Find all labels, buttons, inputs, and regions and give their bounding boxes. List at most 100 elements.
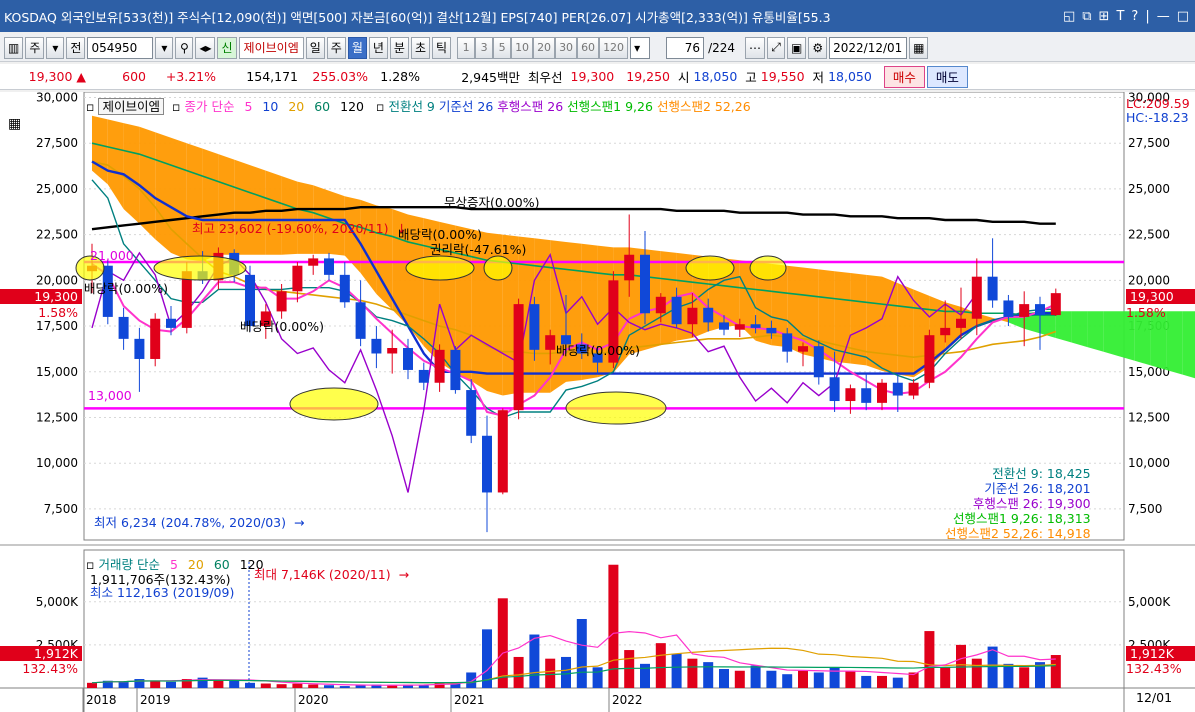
legend-ichimoku-item: 기준선 26 [438, 99, 494, 114]
annotation-high: 최고 23,602 (-19.60%, 2020/11) ↓ [192, 221, 407, 236]
window-control-icon[interactable]: — [1157, 9, 1170, 24]
window-control-icon[interactable]: ⊞ [1099, 9, 1110, 24]
price-chart[interactable]: 30,000 30,00027,500 27,50025,000 25,00022,5… [0, 92, 1195, 712]
period-tab[interactable]: 월 [347, 36, 367, 59]
interval-button[interactable]: 120 [599, 36, 629, 59]
window-control-icon[interactable]: ? [1131, 9, 1138, 24]
code-dropdown-icon[interactable]: ▾ [155, 36, 174, 59]
volume-bar [924, 631, 935, 688]
buy-button[interactable]: 매수 [883, 65, 925, 88]
gear-icon[interactable]: ⚙ [808, 36, 828, 59]
highlight-ellipse [749, 255, 787, 281]
period-tab[interactable]: 일 [305, 36, 325, 59]
interval-button[interactable]: 30 [555, 36, 578, 59]
ichimoku-values: 전환선 9: 18,425 기준선 26: 18,201 후행스팬 26: 19,3… [945, 466, 1091, 541]
y-tick-label-left: 22,500 [36, 228, 78, 242]
volume-bar [466, 672, 477, 688]
ichimoku-cloud-segment [1182, 311, 1195, 379]
y-tick-label-left: 15,000 [36, 365, 78, 379]
count-input[interactable]: 76 [666, 36, 705, 59]
candle-body [734, 324, 745, 330]
candle-body [829, 377, 840, 402]
candle-body [371, 338, 382, 354]
legend-stock-name[interactable]: 제이브이엠 [98, 98, 164, 115]
mode-dropdown-icon[interactable]: ▾ [46, 36, 65, 59]
legend-ichimoku-item: 전환선 9 [388, 99, 435, 114]
volume-bar [655, 643, 666, 688]
volume-bar [292, 683, 303, 688]
stock-code-input[interactable]: 054950 [87, 36, 154, 59]
candle-body [434, 349, 445, 383]
interval-dropdown-icon[interactable]: ▾ [630, 36, 651, 59]
volume-bar [355, 685, 366, 688]
candle-body [1019, 304, 1030, 317]
volume-bar [418, 685, 429, 688]
trend-icon[interactable]: ⤢ [767, 36, 786, 59]
volume-bar [229, 680, 240, 688]
ichimoku-cloud-segment [265, 170, 282, 255]
volume-bar [1019, 667, 1030, 688]
x-axis-end-label: 12/01 [1136, 690, 1173, 705]
interval-button[interactable]: 60 [577, 36, 600, 59]
window-controls: ◱ ⧉ ⊞ T? | — □ [1063, 9, 1195, 24]
chart-area[interactable]: 30,000 30,000 27,500 27,500 25,000 25,000 22,5… [0, 92, 1195, 712]
zoom-icon[interactable]: ⋯ [745, 36, 766, 59]
calendar-icon[interactable]: ▦ [909, 36, 929, 59]
window-control-icon[interactable]: T [1116, 9, 1124, 24]
candle-body [545, 335, 556, 350]
right-volume-badge: 1,912K [1126, 646, 1195, 661]
ichimoku-cloud-segment [882, 276, 898, 375]
highlight-ellipse [483, 255, 513, 281]
volume-bar [545, 658, 556, 688]
candle-body [845, 388, 856, 402]
prev-button[interactable]: 전 [66, 36, 86, 59]
candle-body [924, 335, 935, 383]
annotation-rights: 권리락(-47.61%) [430, 242, 527, 257]
candle-body [1003, 300, 1014, 317]
save-icon[interactable]: ▣ [787, 36, 807, 59]
speaker-icon[interactable]: ◂▸ [195, 36, 216, 59]
interval-button[interactable]: 3 [475, 36, 494, 59]
interval-button[interactable]: 5 [493, 36, 512, 59]
window-control-icon[interactable]: ⧉ [1082, 9, 1091, 24]
candle-body [497, 410, 508, 493]
interval-button[interactable]: 1 [457, 36, 476, 59]
right-volume-pct: 132.43% [1126, 661, 1182, 676]
ichimoku-cloud-segment [186, 143, 203, 262]
x-tick-label: 2020 [298, 693, 329, 707]
window-control-icon[interactable]: □ [1177, 9, 1189, 24]
period-tab[interactable]: 틱 [432, 36, 452, 59]
interval-button[interactable]: 20 [533, 36, 556, 59]
legend-ma-period: 60 [314, 99, 331, 114]
x-tick-label: 2018 [86, 693, 117, 707]
period-tab[interactable]: 주 [326, 36, 346, 59]
chart-grid-icon[interactable]: ▦ [8, 116, 21, 132]
candle-body [940, 327, 951, 336]
search-icon[interactable]: ⚲ [175, 36, 194, 59]
volume-bar [260, 683, 271, 688]
period-tab[interactable]: 년 [368, 36, 388, 59]
period-tab[interactable]: 분 [389, 36, 409, 59]
sell-button[interactable]: 매도 [926, 65, 968, 88]
date-input[interactable]: 2022/12/01 [829, 36, 908, 59]
change-percent: +3.21% [165, 69, 216, 84]
candle-body [798, 346, 808, 352]
mode-select[interactable]: 주 [25, 36, 45, 59]
window-control-icon[interactable]: | [1145, 9, 1149, 24]
credit-badge: 신 [217, 36, 237, 59]
best-quote-label: 최우선 [528, 70, 563, 85]
volume-bar [861, 675, 872, 688]
period-tab[interactable]: 초 [410, 36, 431, 59]
y-tick-label-right: 20,000 [1128, 273, 1170, 287]
volume-bar [134, 679, 145, 688]
y-tick-label-left: 30,000 [36, 92, 78, 104]
layout-icon[interactable]: ▥ [4, 36, 24, 59]
candle-body [134, 338, 145, 359]
volume-bar [671, 653, 682, 688]
window-control-icon[interactable]: ◱ [1063, 9, 1075, 24]
volume-bar [734, 670, 745, 688]
interval-button[interactable]: 10 [511, 36, 534, 59]
volume-bar [1003, 663, 1014, 688]
volume-bar [782, 674, 793, 688]
volume-bar [813, 672, 824, 688]
